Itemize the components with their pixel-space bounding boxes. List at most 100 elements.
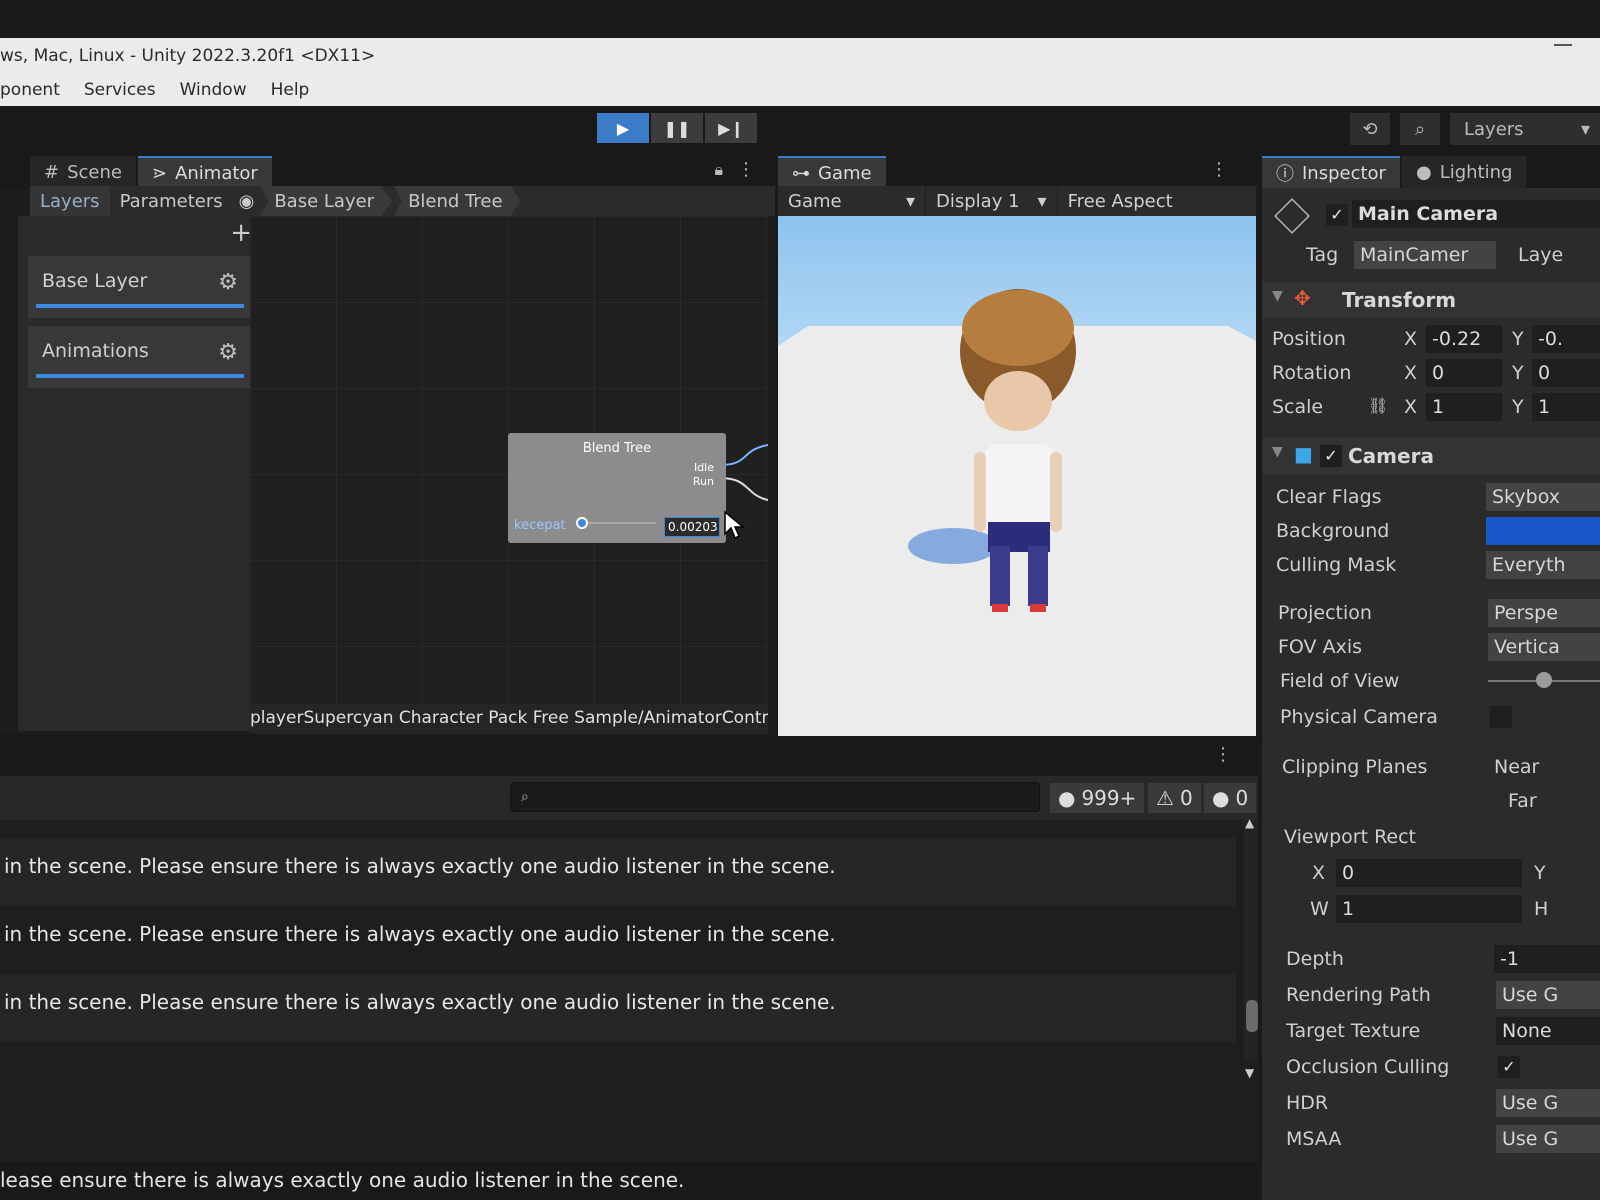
transform-header[interactable]: ▼ ✥ Transform: [1262, 282, 1600, 318]
rotation-x-field[interactable]: 0: [1426, 359, 1502, 387]
occlusion-culling-checkbox[interactable]: ✓: [1498, 1056, 1520, 1078]
kebab-menu-icon[interactable]: ⋮: [1210, 159, 1228, 180]
log-entry[interactable]: in the scene. Please ensure there is alw…: [0, 906, 1236, 974]
menu-window[interactable]: Window: [180, 80, 247, 100]
breadcrumb-blend-tree[interactable]: Blend Tree: [394, 186, 521, 216]
scale-y-field[interactable]: 1: [1532, 393, 1600, 421]
axis-x-label: X: [1404, 396, 1418, 418]
node-param-slider-handle[interactable]: [576, 517, 588, 529]
node-param-value-field[interactable]: 0.00203: [664, 517, 720, 537]
target-texture-field[interactable]: None: [1496, 1017, 1600, 1045]
log-message: in the scene. Please ensure there is alw…: [4, 854, 836, 878]
log-entry[interactable]: in the scene. Please ensure there is alw…: [0, 838, 1236, 906]
scale-x-field[interactable]: 1: [1426, 393, 1502, 421]
display-label: Display 1: [936, 190, 1020, 212]
layer-name: Animations: [42, 340, 149, 362]
layer-weight-bar: [36, 304, 244, 308]
game-mode-dropdown[interactable]: Game ▾: [778, 186, 926, 216]
search-icon[interactable]: ⌕: [1400, 113, 1440, 145]
viewport-rect-row: Viewport Rect: [1262, 820, 1600, 854]
add-layer-icon[interactable]: +: [230, 218, 252, 248]
tab-game[interactable]: ⊶ Game: [778, 156, 886, 188]
animator-icon: ⋗: [151, 162, 168, 184]
history-icon[interactable]: ⟲: [1350, 113, 1390, 145]
console-search-input[interactable]: ⌕: [510, 782, 1040, 812]
camera-header[interactable]: ▼ ■ ✓ Camera: [1262, 438, 1600, 474]
animator-asset-path: playerSupercyan Character Pack Free Samp…: [250, 704, 768, 734]
background-color-swatch[interactable]: [1486, 517, 1600, 545]
position-x-field[interactable]: -0.22: [1426, 325, 1502, 353]
warning-count-toggle[interactable]: ⚠ 0: [1148, 783, 1201, 813]
aspect-dropdown[interactable]: Free Aspect: [1058, 186, 1183, 216]
tab-scene-label: Scene: [67, 161, 122, 183]
viewport-w-field[interactable]: 1: [1336, 895, 1522, 923]
menu-bar: ponent Services Window Help: [0, 74, 1600, 106]
tab-parameters[interactable]: Parameters: [110, 186, 233, 216]
kebab-menu-icon[interactable]: ⋮: [1214, 744, 1232, 765]
layers-dropdown[interactable]: Layers ▾: [1450, 113, 1600, 145]
step-button[interactable]: ▶❙: [705, 113, 757, 143]
minimize-icon[interactable]: [1554, 44, 1572, 46]
node-output-run: Run: [692, 475, 714, 488]
position-row: Position X -0.22 Y -0.: [1262, 322, 1600, 356]
camera-enabled-checkbox[interactable]: ✓: [1320, 445, 1342, 467]
layer-item-animations[interactable]: Animations ⚙: [28, 326, 256, 388]
depth-row: Depth -1: [1262, 942, 1600, 976]
gear-icon[interactable]: ⚙: [218, 340, 238, 365]
msaa-dropdown[interactable]: Use G: [1496, 1125, 1600, 1153]
fov-axis-label: FOV Axis: [1278, 636, 1363, 658]
tab-layers[interactable]: Layers: [30, 186, 110, 216]
console-header: ⋮: [0, 738, 1258, 776]
node-param-slider-track[interactable]: [588, 522, 656, 524]
node-title: Blend Tree: [582, 441, 652, 456]
physical-camera-checkbox[interactable]: [1490, 706, 1512, 728]
active-checkbox[interactable]: ✓: [1326, 204, 1348, 226]
layer-item-base-layer[interactable]: Base Layer ⚙: [28, 256, 256, 318]
pause-button[interactable]: ❚❚: [651, 113, 703, 143]
gear-icon[interactable]: ⚙: [218, 270, 238, 295]
tab-animator[interactable]: ⋗ Animator: [137, 156, 272, 188]
menu-component[interactable]: ponent: [0, 80, 60, 100]
scroll-up-icon[interactable]: ▲: [1245, 816, 1254, 830]
foldout-arrow-icon: ▼: [1272, 444, 1283, 460]
clear-flags-dropdown[interactable]: Skybox: [1486, 483, 1600, 511]
depth-field[interactable]: -1: [1494, 945, 1600, 973]
error-count-toggle[interactable]: ● 0: [1204, 783, 1256, 813]
tab-lighting-label: Lighting: [1439, 161, 1513, 183]
console-scroll-thumb[interactable]: [1246, 1000, 1258, 1032]
blend-tree-node[interactable]: Blend Tree Idle Run kecepat 0.00203: [508, 433, 726, 543]
culling-mask-dropdown[interactable]: Everyth: [1486, 551, 1600, 579]
rendering-path-dropdown[interactable]: Use G: [1496, 981, 1600, 1009]
layer-label: Laye: [1518, 244, 1564, 266]
tab-inspector[interactable]: ⓘ Inspector: [1262, 156, 1400, 188]
menu-help[interactable]: Help: [271, 80, 310, 100]
game-viewport[interactable]: [778, 216, 1256, 736]
tag-dropdown[interactable]: MainCamer: [1354, 241, 1496, 269]
lock-icon[interactable]: 🔒︎: [714, 160, 723, 180]
tab-scene[interactable]: # Scene: [30, 156, 136, 188]
info-count-toggle[interactable]: ● 999+: [1050, 783, 1145, 813]
viewport-x-field[interactable]: 0: [1336, 859, 1522, 887]
display-dropdown[interactable]: Display 1 ▾: [926, 186, 1058, 216]
projection-dropdown[interactable]: Perspe: [1488, 599, 1600, 627]
position-y-field[interactable]: -0.: [1532, 325, 1600, 353]
fov-axis-dropdown[interactable]: Vertica: [1488, 633, 1600, 661]
play-button[interactable]: ▶: [597, 113, 649, 143]
tab-lighting[interactable]: ● Lighting: [1401, 156, 1527, 188]
breadcrumb-base-layer[interactable]: Base Layer: [260, 186, 393, 216]
menu-services[interactable]: Services: [84, 80, 156, 100]
eye-icon[interactable]: ◉: [233, 186, 261, 216]
object-name-field[interactable]: Main Camera: [1352, 200, 1600, 228]
log-entry[interactable]: in the scene. Please ensure there is alw…: [0, 974, 1236, 1042]
fov-slider-handle[interactable]: [1536, 672, 1552, 688]
rotation-y-field[interactable]: 0: [1532, 359, 1600, 387]
window-title-bar: ws, Mac, Linux - Unity 2022.3.20f1 <DX11…: [0, 38, 1600, 74]
kebab-menu-icon[interactable]: ⋮: [737, 159, 755, 180]
link-icon[interactable]: ⛓: [1368, 396, 1388, 415]
hdr-dropdown[interactable]: Use G: [1496, 1089, 1600, 1117]
msaa-row: MSAA Use G: [1262, 1122, 1600, 1156]
game-scene-render: [778, 289, 1256, 736]
layer-name: Base Layer: [42, 270, 148, 292]
tab-layers-label: Layers: [40, 190, 100, 212]
scroll-down-icon[interactable]: ▼: [1245, 1066, 1254, 1080]
